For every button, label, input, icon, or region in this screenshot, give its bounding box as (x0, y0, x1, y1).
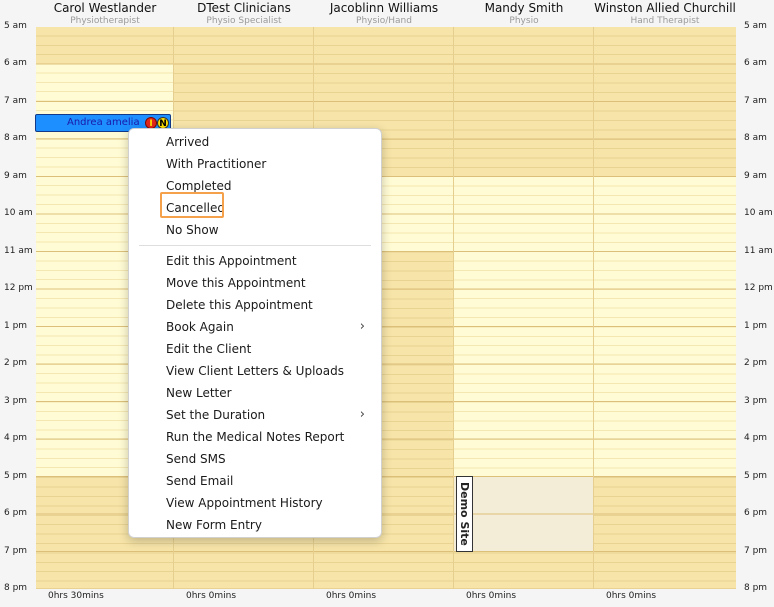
menu-item-medical-notes-report[interactable]: Run the Medical Notes Report (133, 426, 377, 448)
practitioner-header[interactable]: Winston Allied Churchill Hand Therapist (594, 0, 736, 27)
chevron-right-icon: › (359, 407, 365, 422)
menu-item-send-sms[interactable]: Send SMS (133, 448, 377, 470)
time-label: 10 am (744, 208, 773, 218)
menu-item-edit-client[interactable]: Edit the Client (133, 338, 377, 360)
time-label: 7 pm (4, 546, 28, 556)
practitioner-name: Carol Westlander (53, 1, 157, 15)
practitioner-name: Mandy Smith (484, 1, 564, 15)
appointment-context-menu: Arrived With Practitioner Completed Canc… (128, 128, 382, 538)
time-label: 1 pm (4, 321, 28, 331)
time-label: 8 pm (744, 583, 768, 593)
time-label: 8 am (744, 133, 767, 143)
time-label: 5 pm (4, 471, 28, 481)
time-label: 6 pm (744, 508, 768, 518)
time-label: 8 pm (4, 583, 28, 593)
menu-item-book-again[interactable]: Book Again › (133, 316, 377, 338)
practitioner-role: Hand Therapist (630, 16, 700, 26)
practitioner-role: Physio Specialist (206, 16, 282, 26)
duration-total: 0hrs 30mins (48, 591, 104, 601)
menu-item-no-show[interactable]: No Show (133, 219, 377, 241)
time-label: 10 am (4, 208, 33, 218)
time-label: 9 am (744, 171, 767, 181)
time-label: 6 am (4, 58, 27, 68)
time-label: 11 am (4, 246, 33, 256)
practitioner-header[interactable]: Jacoblinn Williams Physio/Hand (314, 0, 454, 27)
time-label: 7 pm (744, 546, 768, 556)
time-column-left: 5 am 6 am 7 am 8 am 9 am 10 am 11 am 12 … (0, 0, 36, 607)
menu-item-send-email[interactable]: Send Email (133, 470, 377, 492)
time-label: 3 pm (744, 396, 768, 406)
menu-separator (139, 245, 371, 246)
time-label: 7 am (744, 96, 767, 106)
time-label: 12 pm (4, 283, 33, 293)
menu-item-edit-appointment[interactable]: Edit this Appointment (133, 250, 377, 272)
practitioner-name: Jacoblinn Williams (329, 1, 439, 15)
practitioner-role: Physio/Hand (356, 16, 412, 26)
time-label: 4 pm (744, 433, 768, 443)
duration-total: 0hrs 0mins (186, 591, 237, 601)
time-label: 5 am (744, 21, 767, 31)
appointment-client-name: Andrea amelia (67, 117, 140, 128)
time-label: 4 pm (4, 433, 28, 443)
menu-item-appointment-history[interactable]: View Appointment History (133, 492, 377, 514)
duration-total: 0hrs 0mins (326, 591, 377, 601)
duration-total: 0hrs 0mins (606, 591, 657, 601)
practitioner-column[interactable] (594, 27, 736, 589)
chevron-right-icon: › (359, 319, 365, 334)
practitioner-header[interactable]: Carol Westlander Physiotherapist (36, 0, 174, 27)
menu-item-delete-appointment[interactable]: Delete this Appointment (133, 294, 377, 316)
menu-item-new-letter[interactable]: New Letter (133, 382, 377, 404)
menu-item-label: Set the Duration (166, 408, 266, 422)
menu-item-cancelled[interactable]: Cancelled (133, 197, 377, 219)
time-label: 11 am (744, 246, 773, 256)
time-column-right: 5 am 6 am 7 am 8 am 9 am 10 am 11 am 12 … (736, 0, 774, 607)
practitioner-header[interactable]: Mandy Smith Physio (454, 0, 594, 27)
time-label: 9 am (4, 171, 27, 181)
practitioner-name: DTest Clinicians (197, 1, 291, 15)
menu-item-arrived[interactable]: Arrived (133, 131, 377, 153)
time-label: 5 pm (744, 471, 768, 481)
time-label: 6 pm (4, 508, 28, 518)
menu-item-with-practitioner[interactable]: With Practitioner (133, 153, 377, 175)
demo-site-label: Demo Site (456, 476, 473, 552)
time-label: 3 pm (4, 396, 28, 406)
time-label: 7 am (4, 96, 27, 106)
menu-item-label: Book Again (166, 320, 234, 334)
time-label: 8 am (4, 133, 27, 143)
menu-item-new-form-entry[interactable]: New Form Entry (133, 514, 377, 536)
time-label: 6 am (744, 58, 767, 68)
time-label: 2 pm (4, 358, 28, 368)
menu-item-view-client-letters[interactable]: View Client Letters & Uploads (133, 360, 377, 382)
practitioner-header[interactable]: DTest Clinicians Physio Specialist (174, 0, 314, 27)
time-label: 2 pm (744, 358, 768, 368)
menu-item-set-duration[interactable]: Set the Duration › (133, 404, 377, 426)
menu-item-completed[interactable]: Completed (133, 175, 377, 197)
menu-item-move-appointment[interactable]: Move this Appointment (133, 272, 377, 294)
practitioner-name: Winston Allied Churchill (594, 1, 736, 15)
duration-total: 0hrs 0mins (466, 591, 517, 601)
practitioner-role: Physio (509, 16, 539, 26)
practitioner-role: Physiotherapist (70, 16, 140, 26)
practitioner-column[interactable] (454, 27, 594, 589)
time-label: 1 pm (744, 321, 768, 331)
time-label: 12 pm (744, 283, 773, 293)
time-label: 5 am (4, 21, 27, 31)
